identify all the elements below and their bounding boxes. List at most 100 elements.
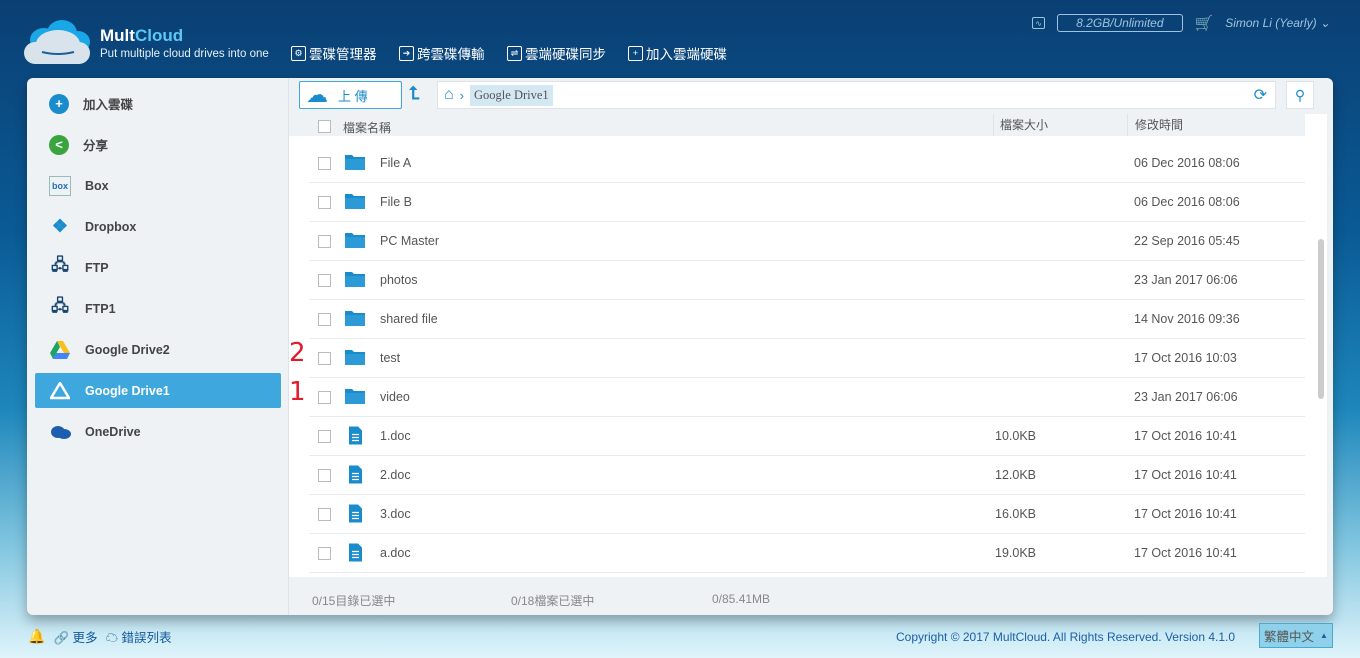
table-row[interactable]: PC Master 22 Sep 2016 05:45 [309,222,1305,261]
sidebar-item-google-drive1[interactable]: Google Drive1 [35,373,281,408]
nav-label: 加入雲端硬碟 [646,47,727,62]
sync-icon: ⇌ [507,45,522,61]
breadcrumb-google-drive1[interactable]: Google Drive1 [470,84,553,106]
file-size: 19.0KB [995,546,1037,560]
table-row[interactable]: a.doc 19.0KB 17 Oct 2016 10:41 [309,534,1305,573]
row-checkbox[interactable] [318,469,331,482]
nav-cloud-sync[interactable]: ⇌ 雲端硬碟同步 [507,43,606,63]
sidebar-item-label: Google Drive1 [85,383,170,398]
sidebar-item-label: Box [85,178,109,193]
dropbox-icon: ❖ [51,216,69,236]
sidebar-item-onedrive[interactable]: OneDrive [35,414,281,449]
user-menu[interactable]: Simon Li (Yearly) ⌄ [1225,16,1330,30]
sidebar-item-add-cloud[interactable]: + 加入雲碟 [35,86,281,121]
row-checkbox[interactable] [318,547,331,560]
sidebar-item-ftp[interactable]: 🖧 FTP [35,250,281,285]
table-row[interactable]: shared file 14 Nov 2016 09:36 [309,300,1305,339]
file-name[interactable]: 3.doc [380,507,411,521]
refresh-icon[interactable]: ⟳ [1254,85,1267,105]
sidebar-item-ftp1[interactable]: 🖧 FTP1 [35,291,281,326]
cart-icon[interactable]: 🛒 [1195,14,1214,32]
row-checkbox[interactable] [318,274,331,287]
sidebar-item-box[interactable]: box Box [35,168,281,203]
file-name[interactable]: 2.doc [380,468,411,482]
chevron-down-icon: ⌄ [1319,16,1330,30]
sidebar-item-share[interactable]: < 分享 [35,127,281,162]
file-modified: 23 Jan 2017 06:06 [1134,390,1238,404]
column-modified[interactable]: 修改時間 [1127,114,1183,136]
more-link[interactable]: 🔗 更多 [53,627,97,646]
home-icon[interactable]: ⌂ [444,86,454,104]
file-name[interactable]: photos [380,273,418,287]
language-selector[interactable]: 繁體中文 ▲ [1259,623,1333,648]
add-icon: + [628,45,643,61]
file-name[interactable]: test [380,351,400,365]
folder-icon [345,311,365,326]
nav-cloud-transfer[interactable]: ➔ 跨雲碟傳輸 [399,43,485,63]
sidebar-item-dropbox[interactable]: ❖ Dropbox [35,209,281,244]
column-size[interactable]: 檔案大小 [993,114,1048,136]
table-row[interactable]: video 23 Jan 2017 06:06 [309,378,1305,417]
file-name[interactable]: PC Master [380,234,439,248]
file-name[interactable]: shared file [380,312,438,326]
annotation-label: 1 [289,377,306,407]
activity-icon[interactable]: ∿ [1032,17,1046,29]
file-modified: 17 Oct 2016 10:03 [1134,351,1237,365]
row-checkbox[interactable] [318,157,331,170]
sidebar: + 加入雲碟 < 分享 box Box ❖ Dropbox 🖧 FTP 🖧 FTP1 Goo… [27,78,289,615]
parent-folder-icon[interactable]: ⮤ [409,83,420,104]
bell-icon[interactable]: 🔔 [28,628,45,645]
table-row[interactable]: 3.doc 16.0KB 17 Oct 2016 10:41 [309,495,1305,534]
file-name[interactable]: video [380,390,410,404]
file-name[interactable]: 1.doc [380,429,411,443]
folder-icon [345,389,365,404]
row-checkbox[interactable] [318,235,331,248]
nav-label: 雲端硬碟同步 [525,47,606,62]
table-row[interactable]: File A 06 Dec 2016 08:06 [309,144,1305,183]
file-name[interactable]: File A [380,156,411,170]
row-checkbox[interactable] [318,196,331,209]
file-modified: 06 Dec 2016 08:06 [1134,195,1240,209]
error-list-link[interactable]: ☁ 錯誤列表 [106,627,172,646]
file-name[interactable]: File B [380,195,412,209]
table-row[interactable]: 1.doc 10.0KB 17 Oct 2016 10:41 [309,417,1305,456]
table-row[interactable]: test 17 Oct 2016 10:03 [309,339,1305,378]
caret-up-icon: ▲ [1320,631,1328,640]
brand-name: MultCloud [100,26,184,45]
search-button[interactable]: ⚲ [1286,81,1314,109]
folder-icon [345,272,365,287]
table-row[interactable]: 2.doc 12.0KB 17 Oct 2016 10:41 [309,456,1305,495]
column-name[interactable]: 檔案名稱 [343,119,391,136]
copyright: Copyright © 2017 MultCloud. All Rights R… [896,630,1236,644]
row-checkbox[interactable] [318,313,331,326]
user-name: Simon Li (Yearly) [1225,16,1317,30]
select-all-checkbox[interactable] [318,120,331,133]
ftp-icon: 🖧 [51,257,69,274]
nav-add-cloud[interactable]: + 加入雲端硬碟 [628,43,727,63]
table-row[interactable]: File B 06 Dec 2016 08:06 [309,183,1305,222]
sidebar-item-label: Google Drive2 [85,342,170,357]
table-row[interactable]: photos 23 Jan 2017 06:06 [309,261,1305,300]
row-checkbox[interactable] [318,391,331,404]
file-size: 10.0KB [995,429,1037,443]
file-name[interactable]: a.doc [380,546,411,560]
row-checkbox[interactable] [318,430,331,443]
nav-cloud-manager[interactable]: ⚙ 雲碟管理器 [291,43,377,63]
google-drive-icon [49,381,71,401]
language-label: 繁體中文 [1264,630,1315,644]
main-panel: + 加入雲碟 < 分享 box Box ❖ Dropbox 🖧 FTP 🖧 FTP1 Goo… [27,78,1333,615]
upload-button[interactable]: ☁ 上 傳 [299,81,402,109]
error-list-label: 錯誤列表 [121,631,172,645]
row-checkbox[interactable] [318,508,331,521]
sidebar-item-google-drive2[interactable]: Google Drive2 [35,332,281,367]
upload-label: 上 傳 [338,88,368,104]
scrollbar[interactable] [1318,239,1324,399]
file-modified: 22 Sep 2016 05:45 [1134,234,1240,248]
sidebar-item-label: 分享 [83,139,109,153]
onedrive-icon [49,422,71,442]
row-checkbox[interactable] [318,352,331,365]
files-selected: 0/18檔案已選中 [511,594,595,608]
google-drive-icon [49,340,71,360]
file-list: 檔案名稱 檔案大小 修改時間 File A 06 Dec 2016 08:06 … [289,114,1327,577]
file-modified: 17 Oct 2016 10:41 [1134,468,1237,482]
